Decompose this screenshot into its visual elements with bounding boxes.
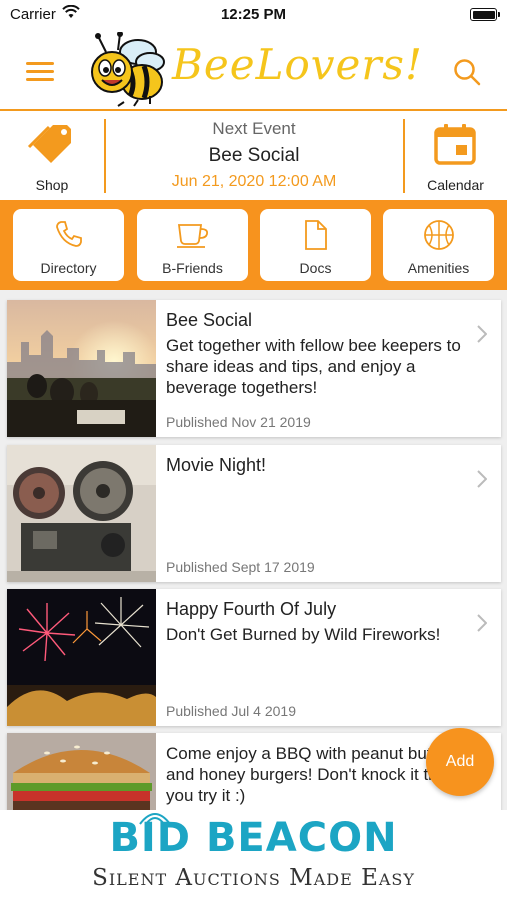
post-title: Happy Fourth Of July xyxy=(166,599,337,619)
calendar-button[interactable]: Calendar xyxy=(404,113,507,199)
next-event-datetime: Jun 21, 2020 12:00 AM xyxy=(171,173,337,190)
bee-mascot-icon xyxy=(91,32,165,107)
post-card[interactable]: Happy Fourth Of July Don't Get Burned by… xyxy=(7,589,501,726)
film-projector-image xyxy=(7,445,156,582)
chevron-right-icon xyxy=(477,470,487,488)
fireworks-image xyxy=(7,589,156,726)
post-description: Come enjoy a BBQ with peanut butter and … xyxy=(166,744,452,805)
hamburger-menu-button[interactable] xyxy=(26,62,54,82)
docs-label: Docs xyxy=(299,260,332,276)
status-bar: Carrier 12:25 PM xyxy=(0,0,507,28)
app-logo: BeeLovers! xyxy=(88,32,422,108)
docs-button[interactable]: Docs xyxy=(260,209,371,281)
next-event-heading: Next Event xyxy=(212,119,296,138)
burger-image xyxy=(7,733,156,810)
search-icon[interactable] xyxy=(453,58,481,86)
post-thumbnail xyxy=(7,300,156,437)
next-event-name: Bee Social xyxy=(208,145,300,166)
post-published-date: Published Jul 4 2019 xyxy=(166,703,296,719)
shop-button[interactable]: Shop xyxy=(0,113,104,199)
next-event-summary[interactable]: Next Event Bee Social Jun 21, 2020 12:00… xyxy=(106,113,402,199)
clock: 12:25 PM xyxy=(220,6,287,23)
banner-brand: BID BEACON xyxy=(109,815,398,861)
tag-icon xyxy=(27,125,71,163)
post-description: Get together with fellow bee keepers to … xyxy=(166,336,461,397)
ad-banner[interactable]: BID BEACON Silent Auctions Made Easy xyxy=(0,810,507,900)
b-friends-button[interactable]: B-Friends xyxy=(137,209,248,281)
document-icon xyxy=(304,220,327,250)
post-published-date: Published Sept 17 2019 xyxy=(166,559,315,575)
coffee-cup-icon xyxy=(176,224,208,248)
calendar-icon xyxy=(434,124,476,165)
chevron-right-icon xyxy=(477,325,487,343)
amenities-button[interactable]: Amenities xyxy=(383,209,494,281)
app-name: BeeLovers! xyxy=(172,40,423,89)
next-event-bar: Shop Next Event Bee Social Jun 21, 2020 … xyxy=(0,113,507,199)
banner-tagline: Silent Auctions Made Easy xyxy=(92,865,415,891)
post-thumbnail xyxy=(7,589,156,726)
b-friends-label: B-Friends xyxy=(162,260,223,276)
directory-button[interactable]: Directory xyxy=(13,209,124,281)
post-published-date: Published Nov 21 2019 xyxy=(166,414,311,430)
post-thumbnail xyxy=(7,733,156,810)
calendar-label: Calendar xyxy=(427,177,484,193)
app-header: BeeLovers! xyxy=(0,28,507,111)
post-list[interactable]: Bee Social Get together with fellow bee … xyxy=(0,290,507,810)
post-title: Movie Night! xyxy=(166,455,267,475)
chevron-right-icon xyxy=(477,614,487,632)
directory-label: Directory xyxy=(40,260,97,276)
post-title: Bee Social xyxy=(166,310,253,330)
shop-label: Shop xyxy=(35,177,69,193)
post-card[interactable]: Movie Night! Published Sept 17 2019 xyxy=(7,445,501,582)
add-button[interactable]: Add xyxy=(426,728,494,796)
amenities-label: Amenities xyxy=(407,260,470,276)
basketball-icon xyxy=(423,220,454,250)
quick-links-bar: Directory B-Friends Docs Amenities xyxy=(0,200,507,290)
post-thumbnail xyxy=(7,445,156,582)
city-sunset-image xyxy=(7,300,156,437)
phone-icon xyxy=(55,221,82,247)
post-description: Don't Get Burned by Wild Fireworks! xyxy=(166,625,441,644)
post-card[interactable]: Bee Social Get together with fellow bee … xyxy=(7,300,501,437)
battery-icon xyxy=(470,8,500,21)
